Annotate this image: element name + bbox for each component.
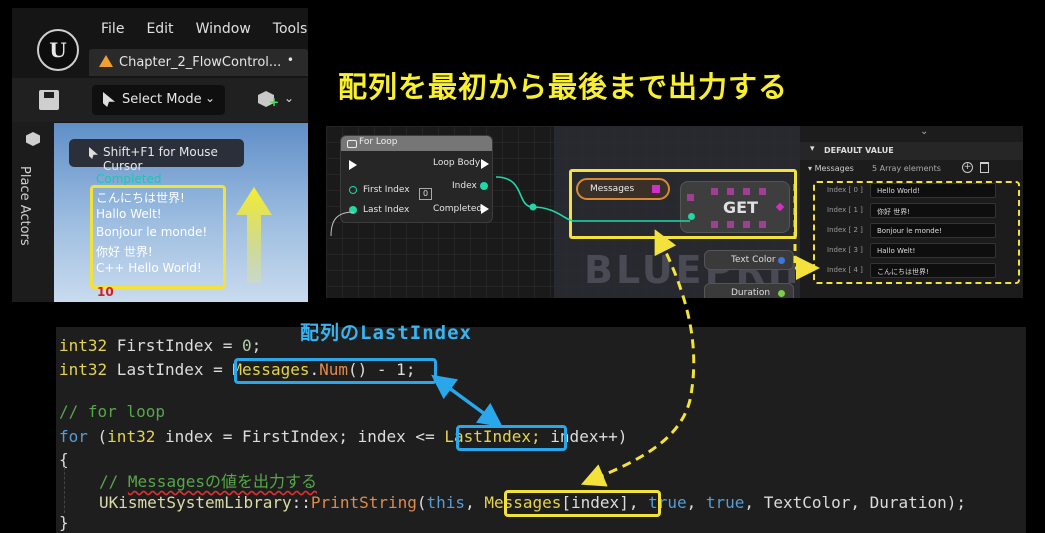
array-element-row: Index [ 1 ] 你好 世界! — [824, 203, 1014, 219]
level-viewport[interactable]: Shift+F1 for Mouse Cursor Completed こんにち… — [54, 123, 308, 302]
main-toolbar: Select Mode ⌄ + ⌄ — [12, 78, 308, 122]
trash-icon[interactable] — [980, 162, 989, 173]
code-text: :: — [291, 493, 311, 512]
code-line: int32 FirstIndex = 0; — [59, 336, 261, 355]
element-key: Index [ 3 ] — [827, 246, 863, 254]
code-text: , — [686, 493, 706, 512]
code-brace: } — [59, 513, 69, 532]
code-type: int32 — [107, 427, 156, 446]
unreal-logo-icon[interactable]: U — [37, 29, 79, 71]
code-keyword: for — [59, 427, 88, 446]
menu-file[interactable]: File — [90, 21, 135, 37]
mouse-cursor-hint-label: Shift+F1 for Mouse Cursor — [103, 145, 218, 173]
place-actors-icon[interactable] — [26, 132, 40, 146]
code-type: int32 — [59, 360, 108, 379]
add-element-icon[interactable]: + — [962, 162, 973, 173]
place-actors-sidebar: Place Actors — [12, 122, 54, 302]
cursor-icon — [89, 147, 98, 159]
chevron-down-icon: ⌄ — [284, 91, 295, 105]
code-class: UKismetSystemLibrary — [99, 493, 292, 512]
level-tab-title: Chapter_2_FlowControl... — [119, 55, 282, 70]
code-editor[interactable]: int32 FirstIndex = 0; int32 LastIndex = … — [56, 327, 1026, 533]
code-text: index = FirstIndex; index <= — [155, 427, 445, 446]
array-count: 5 Array elements — [872, 164, 941, 173]
messages-property-label: Messages — [814, 164, 854, 173]
level-tab[interactable]: Chapter_2_FlowControl... • — [89, 49, 308, 76]
code-text: ( — [87, 427, 108, 446]
chevron-down-icon[interactable]: ⌄ — [920, 126, 928, 137]
code-this: this — [426, 493, 466, 512]
blueprint-graph[interactable]: BLUEPRINT For Loop First Index 0 Last In… — [326, 126, 800, 298]
up-arrow-icon — [236, 187, 272, 283]
code-text: FirstIndex = — [107, 336, 243, 355]
log-line: こんにちは世界! — [96, 191, 185, 205]
array-element-row: Index [ 0 ] Hello World! — [824, 183, 1014, 199]
lastindex-usage-box — [456, 425, 567, 451]
array-element-row: Index [ 3 ] Hallo Welt! — [824, 243, 1014, 259]
mouse-cursor-hint-button[interactable]: Shift+F1 for Mouse Cursor — [69, 139, 244, 173]
menu-edit[interactable]: Edit — [135, 21, 184, 37]
select-mode-label: Select Mode — [122, 92, 202, 107]
log-line: Bonjour le monde! — [96, 225, 208, 239]
place-actors-label[interactable]: Place Actors — [17, 166, 32, 246]
code-comment-text: Messagesの値を出力する — [127, 472, 317, 491]
add-actor-button[interactable]: + ⌄ — [258, 91, 294, 109]
element-value-field[interactable]: Hello World! — [870, 183, 996, 198]
code-comment: // Messagesの値を出力する — [99, 468, 317, 492]
lastindex-expression-box — [234, 358, 437, 384]
code-text: , — [465, 493, 485, 512]
code-number: 0 — [242, 336, 252, 355]
code-bool: true — [705, 493, 745, 512]
log-number: 10 — [97, 285, 114, 299]
plus-icon: + — [269, 95, 280, 109]
page-title: 配列を最初から最後まで出力する — [338, 70, 789, 104]
code-comment: // for loop — [59, 402, 165, 421]
save-icon[interactable] — [39, 90, 59, 110]
element-value-field[interactable]: Bonjour le monde! — [870, 223, 996, 238]
messages-index-box — [504, 490, 661, 517]
select-mode-dropdown[interactable]: Select Mode ⌄ — [92, 85, 225, 115]
element-value-field[interactable]: Hallo Welt! — [870, 243, 996, 258]
code-text: ( — [416, 493, 427, 512]
element-key: Index [ 2 ] — [827, 226, 863, 234]
element-value-field[interactable]: こんにちは世界! — [870, 263, 996, 278]
code-function: PrintString — [310, 493, 417, 512]
default-value-section[interactable]: DEFAULT VALUE — [800, 142, 1023, 160]
log-line: C++ Hello World! — [96, 261, 202, 275]
code-text: ; — [251, 336, 262, 355]
messages-property[interactable]: ▾ Messages — [808, 164, 854, 173]
unreal-editor-window: U File Edit Window Tools Chapter_2_FlowC… — [12, 8, 308, 302]
menu-tools[interactable]: Tools — [262, 21, 319, 37]
array-element-row: Index [ 2 ] Bonjour le monde! — [824, 223, 1014, 239]
details-panel: ⌄ DEFAULT VALUE ▾ Messages 5 Array eleme… — [800, 126, 1023, 298]
graph-wires — [330, 176, 690, 237]
cursor-icon — [103, 92, 115, 107]
code-text: LastIndex = — [107, 360, 233, 379]
indent-guide — [64, 467, 65, 513]
log-line: 你好 世界! — [96, 245, 153, 259]
blueprint-level-icon — [99, 55, 113, 67]
element-value-field[interactable]: 你好 世界! — [870, 203, 996, 218]
array-element-row: Index [ 4 ] こんにちは世界! — [824, 263, 1014, 279]
element-key: Index [ 1 ] — [827, 206, 863, 214]
chevron-down-icon: ⌄ — [204, 91, 215, 105]
unsaved-indicator: • — [286, 53, 294, 67]
log-completed: Completed — [96, 172, 162, 186]
menu-bar: File Edit Window Tools — [90, 21, 318, 37]
element-key: Index [ 4 ] — [827, 266, 863, 274]
element-key: Index [ 0 ] — [827, 186, 863, 194]
menu-window[interactable]: Window — [185, 21, 262, 37]
code-type: int32 — [59, 336, 108, 355]
code-text: , TextColor, Duration); — [744, 493, 966, 512]
code-comment-prefix: // — [99, 472, 128, 491]
log-line: Hallo Welt! — [96, 207, 162, 221]
subtitle-lastindex: 配列のLastIndex — [300, 322, 472, 344]
